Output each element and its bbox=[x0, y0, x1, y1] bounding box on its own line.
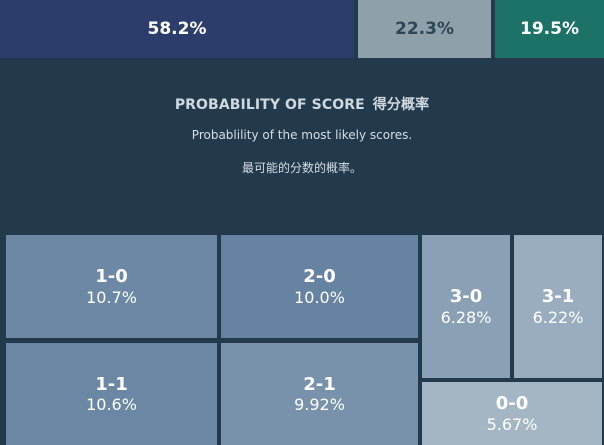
score-probability: 9.92% bbox=[294, 395, 345, 415]
score-tile-0-0[interactable]: 0-0 5.67% bbox=[422, 382, 602, 445]
score-label: 0-0 bbox=[495, 393, 529, 415]
home-win-value: 58.2% bbox=[147, 19, 207, 39]
score-tile-2-0[interactable]: 2-0 10.0% bbox=[221, 235, 418, 338]
score-probability: 5.67% bbox=[486, 414, 538, 434]
score-label: 3-0 bbox=[449, 286, 483, 308]
score-tile-1-0[interactable]: 1-0 10.7% bbox=[6, 235, 217, 338]
away-win-value: 19.5% bbox=[520, 19, 579, 39]
draw-value: 22.3% bbox=[395, 19, 454, 39]
score-probability: 10.7% bbox=[86, 287, 137, 307]
score-label: 2-0 bbox=[303, 266, 336, 288]
score-tile-1-1[interactable]: 1-1 10.6% bbox=[6, 343, 217, 445]
section-subtitle: Probablility of the most likely scores. bbox=[191, 128, 413, 142]
section-title-zh: 得分概率 bbox=[372, 97, 430, 113]
score-label: 3-1 bbox=[541, 286, 575, 308]
score-tile-2-1[interactable]: 2-1 9.92% bbox=[221, 343, 418, 445]
section-subtitle-zh: 最可能的分数的概率。 bbox=[241, 161, 362, 175]
score-probability: 6.28% bbox=[440, 307, 492, 327]
home-win-segment[interactable]: 58.2% bbox=[0, 0, 354, 58]
away-win-segment[interactable]: 19.5% bbox=[495, 0, 604, 58]
score-label: 1-1 bbox=[95, 373, 128, 395]
score-probability: 10.0% bbox=[294, 287, 345, 307]
score-probability-header: PROBABILITY OF SCORE 得分概率 Probablility of… bbox=[0, 58, 604, 230]
draw-segment[interactable]: 22.3% bbox=[358, 0, 491, 58]
section-title: PROBABILITY OF SCORE 得分概率 bbox=[0, 94, 604, 114]
score-tile-3-0[interactable]: 3-0 6.28% bbox=[422, 235, 510, 378]
section-title-en: PROBABILITY OF SCORE bbox=[174, 97, 365, 113]
score-tile-3-1[interactable]: 3-1 6.22% bbox=[514, 235, 602, 378]
outcome-probability-bar: 58.2% 22.3% 19.5% bbox=[0, 0, 604, 58]
score-probability: 6.22% bbox=[532, 307, 584, 327]
score-label: 1-0 bbox=[95, 266, 128, 288]
score-label: 2-1 bbox=[303, 373, 336, 395]
score-probability: 10.6% bbox=[86, 395, 137, 415]
